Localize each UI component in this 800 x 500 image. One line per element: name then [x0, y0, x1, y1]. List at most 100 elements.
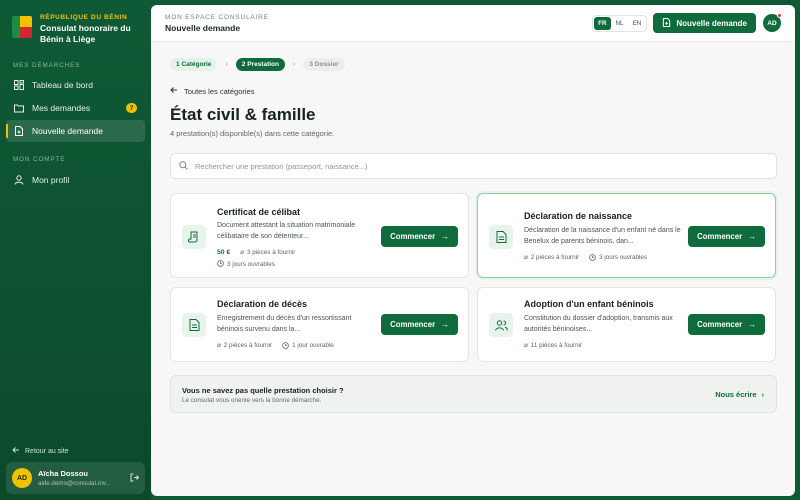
search-bar: [170, 153, 777, 179]
user-icon: [14, 175, 24, 185]
service-card-naissance[interactable]: Déclaration de naissance Déclaration de …: [477, 193, 776, 278]
clock-icon: [217, 260, 224, 269]
service-delay: 3 jours ouvrables: [217, 260, 275, 269]
service-meta: 50 € ⌀ 3 pièces à fournir: [217, 249, 295, 256]
service-card-deces[interactable]: Déclaration de décès Enregistrement du d…: [170, 287, 469, 362]
back-to-site-label: Retour au site: [25, 447, 69, 455]
back-link-label: Toutes les catégories: [184, 86, 255, 96]
paperclip-icon: ⌀: [217, 342, 221, 349]
service-pieces: ⌀ 11 pièces à fournir: [524, 342, 583, 349]
start-button[interactable]: Commencer →: [381, 226, 458, 247]
avatar: AD: [12, 468, 32, 488]
brand-title-line2: Bénin à Liège: [40, 34, 96, 44]
service-title: Déclaration de naissance: [524, 211, 633, 221]
service-delay: 1 jour ouvrable: [282, 342, 334, 349]
search-input[interactable]: [195, 161, 768, 171]
brand: RÉPUBLIQUE DU BÉNIN Consulat honoraire d…: [0, 0, 151, 45]
lang-fr[interactable]: FR: [594, 16, 611, 30]
search-icon: [179, 157, 188, 175]
arrow-left-icon: [170, 86, 178, 96]
document-icon: [182, 313, 206, 337]
topbar-title: Nouvelle demande: [165, 22, 241, 33]
service-title: Adoption d'un enfant béninois: [524, 299, 654, 309]
step-service: 2 Prestation: [235, 58, 285, 71]
lang-nl[interactable]: NL: [612, 17, 628, 30]
sidebar-item-my-requests[interactable]: Mes demandes 7: [6, 97, 145, 119]
scroll-icon: [182, 225, 206, 249]
stepper: 1 Catégorie › 2 Prestation › 3 Dossier: [170, 58, 345, 71]
back-to-categories-link[interactable]: Toutes les catégories: [170, 86, 254, 96]
new-request-label: Nouvelle demande: [676, 18, 747, 28]
section-label-demarches: MES DÉMARCHES: [13, 62, 81, 69]
paperclip-icon: ⌀: [240, 249, 245, 256]
paperclip-icon: ⌀: [524, 342, 528, 349]
service-description: Document attestant la situation matrimon…: [217, 222, 356, 240]
clock-icon: [282, 342, 289, 349]
arrow-right-icon: →: [441, 232, 449, 241]
logout-icon[interactable]: [130, 469, 140, 487]
folder-icon: [14, 103, 24, 113]
page-title: État civil & famille: [170, 105, 316, 124]
avatar[interactable]: AD: [763, 13, 782, 32]
sidebar-item-new-request[interactable]: Nouvelle demande: [6, 120, 145, 142]
user-email: aide.demo@consulat.inv...: [38, 480, 111, 487]
dashboard-icon: [14, 80, 24, 90]
requests-count-badge: 7: [126, 103, 137, 113]
service-delay-text: 3 jours ouvrables: [227, 261, 275, 268]
file-plus-icon: [662, 17, 671, 29]
user-card: AD Aïcha Dossou aide.demo@consulat.inv..…: [6, 462, 145, 494]
arrow-left-icon: [12, 446, 20, 456]
file-plus-icon: [14, 126, 24, 136]
service-description: Constitution du dossier d'adoption, tran…: [524, 315, 673, 333]
help-subtitle: Le consulat vous oriente vers la bonne d…: [182, 397, 322, 404]
new-request-button[interactable]: Nouvelle demande: [653, 13, 756, 33]
service-title: Certificat de célibat: [217, 207, 301, 217]
user-name: Aïcha Dossou: [38, 469, 89, 478]
benin-flag-icon: [12, 16, 32, 38]
avatar-initials: AD: [767, 19, 777, 27]
notification-dot: [777, 13, 782, 18]
chevron-right-icon: ›: [761, 390, 765, 399]
arrow-right-icon: →: [441, 320, 449, 329]
top-bar: MON ESPACE CONSULAIRE Nouvelle demande F…: [151, 5, 795, 42]
service-card-celibat[interactable]: Certificat de célibat Document attestant…: [170, 193, 469, 278]
help-title: Vous ne savez pas quelle prestation choi…: [182, 386, 344, 395]
start-button-label: Commencer: [390, 320, 436, 329]
section-label-account: MON COMPTE: [13, 156, 66, 163]
service-delay: 3 jours ouvrables: [589, 254, 647, 261]
language-switcher: FR NL EN: [592, 14, 648, 32]
contact-us-link[interactable]: Nous écrire ›: [715, 390, 764, 399]
sidebar-item-label: Mon profil: [32, 175, 70, 185]
sidebar-item-profile[interactable]: Mon profil: [6, 169, 145, 191]
service-card-adoption[interactable]: Adoption d'un enfant béninois Constituti…: [477, 287, 776, 362]
step-dossier: 3 Dossier: [303, 58, 345, 71]
service-price: 50 €: [217, 249, 231, 256]
service-meta: ⌀ 2 pièces à fournir 3 jours ouvrables: [524, 254, 647, 261]
brand-kicker: RÉPUBLIQUE DU BÉNIN: [40, 14, 128, 21]
start-button[interactable]: Commencer →: [381, 314, 458, 335]
start-button-label: Commencer: [390, 232, 436, 241]
help-banner: Vous ne savez pas quelle prestation choi…: [170, 375, 777, 413]
service-meta: ⌀ 2 pièces à fournir 1 jour ouvrable: [217, 342, 334, 349]
service-description: Déclaration de la naissance d'un enfant …: [524, 227, 681, 245]
chevron-right-icon: ›: [293, 61, 296, 68]
users-icon: [489, 313, 513, 337]
arrow-right-icon: →: [748, 232, 756, 241]
sidebar-item-dashboard[interactable]: Tableau de bord: [6, 74, 145, 96]
start-button[interactable]: Commencer →: [688, 314, 765, 335]
service-description: Enregistrement du décès d'un ressortissa…: [217, 315, 352, 333]
services-count: 4 prestation(s) disponible(s) dans cette…: [170, 129, 335, 138]
clock-icon: [589, 254, 596, 261]
sidebar-item-label: Tableau de bord: [32, 80, 93, 90]
start-button[interactable]: Commencer →: [688, 226, 765, 247]
back-to-site-link[interactable]: Retour au site: [12, 446, 69, 456]
step-category[interactable]: 1 Catégorie: [170, 58, 218, 71]
topbar-kicker: MON ESPACE CONSULAIRE: [165, 13, 269, 21]
lang-en[interactable]: EN: [629, 17, 646, 30]
sidebar-item-label: Nouvelle demande: [32, 126, 103, 136]
service-pieces: ⌀ 3 pièces à fournir: [240, 249, 296, 256]
service-meta: ⌀ 11 pièces à fournir: [524, 342, 582, 349]
start-button-label: Commencer: [697, 320, 743, 329]
document-icon: [489, 225, 513, 249]
paperclip-icon: ⌀: [524, 254, 528, 261]
